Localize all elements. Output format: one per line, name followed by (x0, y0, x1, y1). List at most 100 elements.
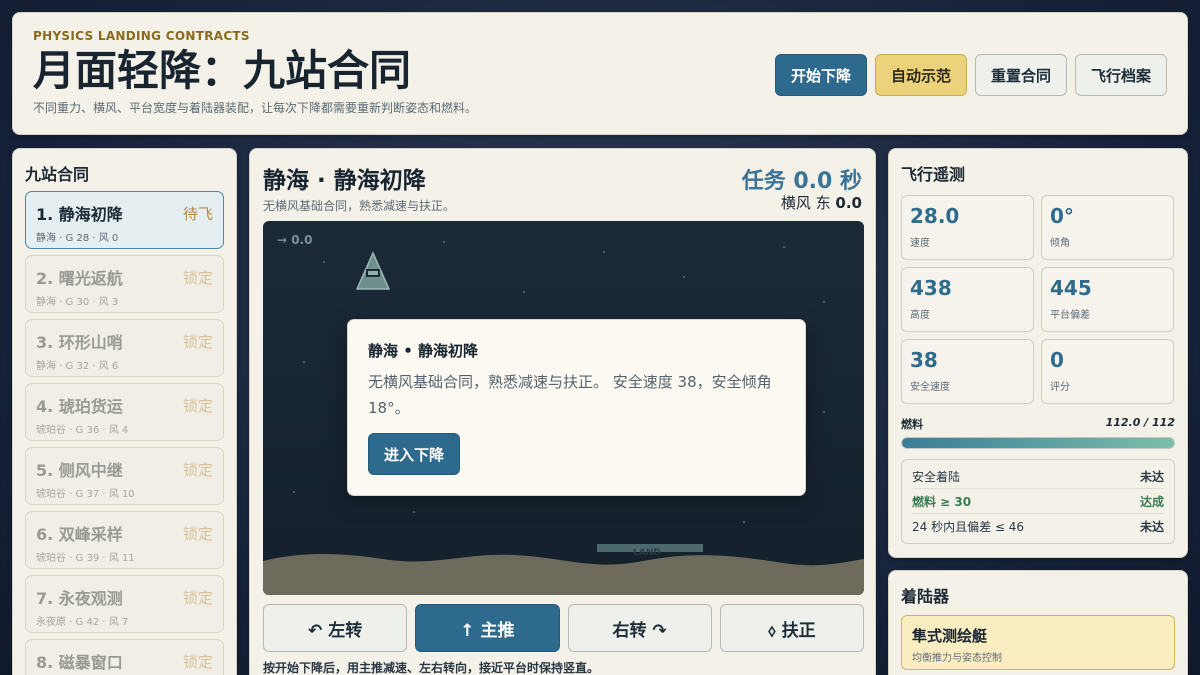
star (413, 511, 415, 513)
star (323, 261, 325, 263)
altitude-label: 高度 (910, 310, 930, 321)
goal-status: 达成 (1139, 494, 1164, 509)
star (443, 241, 445, 243)
briefing-title: 静海 • 静海初降 (368, 342, 479, 360)
wind-value: 0.0 (835, 194, 862, 212)
lander-title: 着陆器 (901, 587, 950, 606)
goal-text: 燃料 ≥ 30 (912, 494, 972, 509)
contract-item-6[interactable]: 6. 双峰采样 琥珀谷 · G 39 · 风 11 锁定 (25, 511, 224, 569)
fuel-value: 112.0 / 112 (1105, 416, 1175, 429)
telemetry-grid: 28.0 速度 0° 倾角 438 高度 445 平台偏差 38 安全速度 0 … (901, 195, 1175, 404)
fuel-label: 燃料 (901, 418, 923, 431)
contract-meta: 琥珀谷 · G 37 · 风 10 (36, 489, 135, 500)
vessel-card[interactable]: 隼式测绘艇 均衡推力与姿态控制 (901, 615, 1175, 670)
reset-contract-button[interactable]: 重置合同 (975, 54, 1067, 96)
altitude-value: 438 (910, 276, 952, 300)
goals-list: 安全着陆 未达 燃料 ≥ 30 达成 24 秒内且偏差 ≤ 46 未达 (901, 459, 1175, 544)
score-label: 评分 (1050, 382, 1070, 393)
enter-descent-button[interactable]: 进入下降 (368, 433, 460, 475)
contract-meta: 静海 · G 30 · 风 3 (36, 297, 119, 308)
goal-item: 安全着陆 未达 (912, 464, 1164, 489)
star (303, 361, 305, 363)
goal-text: 24 秒内且偏差 ≤ 46 (912, 520, 1025, 534)
vessel-name: 隼式测绘艇 (912, 627, 988, 645)
contract-meta: 琥珀谷 · G 36 · 风 4 (36, 425, 129, 436)
contract-state: 锁定 (182, 589, 213, 607)
rotate-right-button[interactable]: 右转 ↷ (567, 604, 712, 652)
altitude-tile: 438 高度 (901, 267, 1034, 332)
score-tile: 0 评分 (1041, 339, 1174, 404)
mission-briefing-dialog: 静海 • 静海初降 无横风基础合同，熟悉减速与扶正。 安全速度 38，安全倾角 … (347, 319, 806, 496)
contract-state: 锁定 (182, 333, 213, 351)
star (823, 411, 825, 413)
header-kicker: PHYSICS LANDING CONTRACTS (33, 29, 250, 43)
contract-meta: 琥珀谷 · G 39 · 风 11 (36, 553, 135, 564)
contract-item-3[interactable]: 3. 环形山哨 静海 · G 32 · 风 6 锁定 (25, 319, 224, 377)
star (823, 301, 825, 303)
rotate-left-button[interactable]: ↶ 左转 (263, 604, 408, 652)
landing-viewport[interactable]: → 0.0 LAND 静海 • 静海初降 无横风基础合同，熟悉减速与扶正。 安全… (263, 221, 864, 595)
speed-value: 28.0 (910, 204, 960, 228)
contract-item-5[interactable]: 5. 侧风中继 琥珀谷 · G 37 · 风 10 锁定 (25, 447, 224, 505)
tilt-value: 0° (1050, 204, 1074, 228)
tilt-label: 倾角 (1050, 238, 1070, 249)
speed-tile: 28.0 速度 (901, 195, 1034, 260)
goal-status: 未达 (1139, 469, 1164, 484)
pad-offset-tile: 445 平台偏差 (1041, 267, 1174, 332)
wind-label: 横风 东 (780, 194, 831, 212)
contract-state: 锁定 (182, 653, 213, 671)
contract-item-8[interactable]: 8. 磁暴窗口 锁定 (25, 639, 224, 675)
level-button[interactable]: ⬨ 扶正 (719, 604, 864, 652)
mission-subtitle: 无横风基础合同，熟悉减速与扶正。 (263, 199, 456, 213)
fuel-row: 燃料 112.0 / 112 (901, 416, 1175, 432)
start-descent-button[interactable]: 开始下降 (775, 54, 867, 96)
pad-offset-label: 平台偏差 (1050, 310, 1090, 321)
score-value: 0 (1050, 348, 1064, 372)
safe-speed-label: 安全速度 (910, 382, 950, 393)
goal-status: 未达 (1139, 520, 1164, 534)
fuel-bar-fill (902, 438, 1174, 448)
telemetry-panel: 飞行遥测 28.0 速度 0° 倾角 438 高度 445 平台偏差 38 安全… (888, 148, 1188, 558)
contract-state: 待飞 (182, 205, 213, 223)
wind-readout: 横风 东 0.0 (781, 192, 862, 213)
tilt-tile: 0° 倾角 (1041, 195, 1174, 260)
control-hint: 按开始下降后，用主推减速、左右转向，接近平台时保持竖直。 (263, 661, 600, 675)
header-toolbar: 开始下降 自动示范 重置合同 飞行档案 (775, 54, 1167, 96)
contract-state: 锁定 (182, 525, 213, 543)
vessel-description: 均衡推力与姿态控制 (912, 653, 1002, 664)
contract-item-4[interactable]: 4. 琥珀货运 琥珀谷 · G 36 · 风 4 锁定 (25, 383, 224, 441)
page-subtitle: 不同重力、横风、平台宽度与着陆器装配，让每次下降都需要重新判断姿态和燃料。 (33, 101, 478, 115)
contract-item-2[interactable]: 2. 曙光返航 静海 · G 30 · 风 3 锁定 (25, 255, 224, 313)
safe-speed-tile: 38 安全速度 (901, 339, 1034, 404)
contract-state: 锁定 (182, 269, 213, 287)
goal-item: 燃料 ≥ 30 达成 (912, 489, 1164, 514)
contract-meta: 永夜原 · G 42 · 风 7 (36, 617, 129, 628)
safe-speed-value: 38 (910, 348, 938, 372)
star (293, 491, 295, 493)
lunar-terrain (263, 554, 864, 595)
telemetry-title: 飞行遥测 (901, 165, 966, 184)
mission-timer: 任务 0.0 秒 (741, 169, 862, 194)
star (783, 246, 785, 248)
contract-item-7[interactable]: 7. 永夜观测 永夜原 · G 42 · 风 7 锁定 (25, 575, 224, 633)
star (743, 521, 745, 523)
auto-demo-button[interactable]: 自动示范 (875, 54, 967, 96)
star (683, 276, 685, 278)
contract-meta: 静海 · G 32 · 风 6 (36, 361, 119, 372)
contract-meta: 静海 · G 28 · 风 0 (36, 233, 119, 244)
goal-text: 安全着陆 (912, 469, 961, 484)
contracts-title: 九站合同 (25, 165, 90, 184)
goal-item: 24 秒内且偏差 ≤ 46 未达 (912, 514, 1164, 539)
contract-state: 锁定 (182, 397, 213, 415)
lander-panel: 着陆器 隼式测绘艇 均衡推力与姿态控制 (888, 570, 1188, 675)
contracts-panel: 九站合同 1. 静海初降 静海 · G 28 · 风 0 待飞 2. 曙光返航 … (12, 148, 237, 675)
contract-item-1[interactable]: 1. 静海初降 静海 · G 28 · 风 0 待飞 (25, 191, 224, 249)
speed-label: 速度 (910, 238, 930, 249)
briefing-body: 无横风基础合同，熟悉减速与扶正。 安全速度 38，安全倾角 18°。 (368, 373, 772, 417)
main-thrust-button[interactable]: ↑ 主推 (415, 604, 560, 652)
flight-log-button[interactable]: 飞行档案 (1075, 54, 1167, 96)
flight-controls: ↶ 左转 ↑ 主推 右转 ↷ ⬨ 扶正 (263, 604, 864, 652)
velocity-readout: → 0.0 (277, 233, 313, 247)
pad-offset-value: 445 (1050, 276, 1092, 300)
lander-icon (355, 251, 391, 290)
